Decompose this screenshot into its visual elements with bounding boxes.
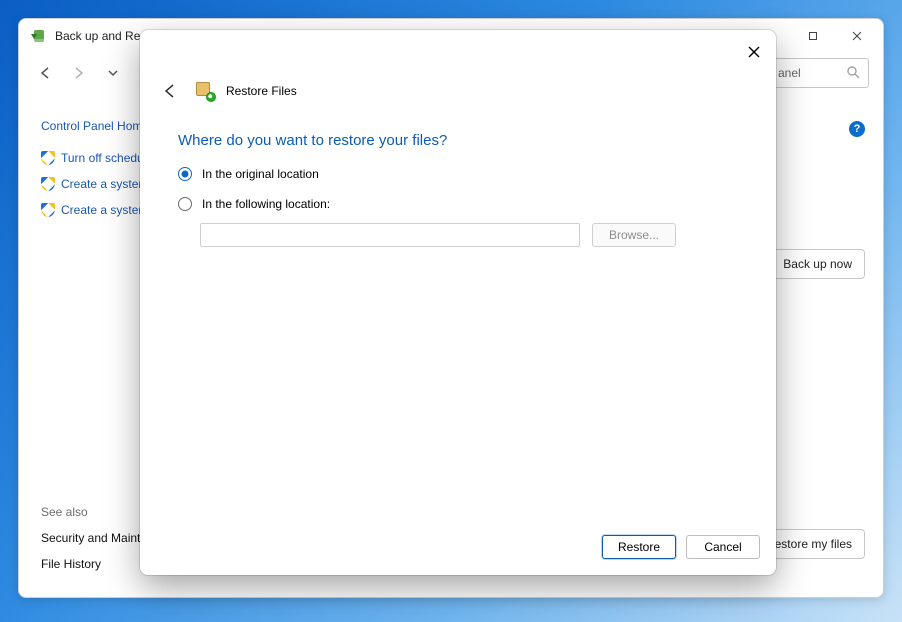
dialog-prompt: Where do you want to restore your files? (178, 132, 738, 149)
browse-button[interactable]: Browse... (592, 223, 676, 247)
shield-icon (41, 203, 55, 217)
dialog-titlebar (140, 30, 776, 76)
button-label: Restore my files (766, 537, 852, 551)
restore-button[interactable]: Restore (602, 535, 676, 559)
radio-icon (178, 197, 192, 211)
cancel-button[interactable]: Cancel (686, 535, 760, 559)
location-group: Browse... (200, 223, 738, 247)
radio-label: In the original location (202, 167, 319, 181)
radio-following-location[interactable]: In the following location: (178, 197, 738, 211)
shield-icon (41, 151, 55, 165)
restore-files-icon (196, 82, 214, 100)
restore-files-dialog: Restore Files Where do you want to resto… (140, 30, 776, 575)
dialog-close-button[interactable] (738, 36, 770, 68)
search-placeholder: anel (778, 66, 838, 80)
radio-icon (178, 167, 192, 181)
nav-forward-icon[interactable] (67, 61, 91, 85)
shield-icon (41, 177, 55, 191)
radio-label: In the following location: (202, 197, 330, 211)
dialog-body: Where do you want to restore your files?… (140, 106, 776, 523)
maximize-button[interactable] (791, 22, 835, 50)
search-box[interactable]: anel (769, 58, 869, 88)
search-icon (846, 65, 860, 82)
button-label: Back up now (783, 257, 852, 271)
dialog-title: Restore Files (226, 84, 297, 98)
backup-restore-icon (29, 27, 47, 45)
dialog-footer: Restore Cancel (140, 523, 776, 575)
back-up-now-button[interactable]: Back up now (770, 249, 865, 279)
close-button[interactable] (835, 22, 879, 50)
radio-original-location[interactable]: In the original location (178, 167, 738, 181)
dialog-header: Restore Files (140, 76, 776, 106)
nav-recent-icon[interactable] (101, 61, 125, 85)
dialog-back-button[interactable] (156, 77, 184, 105)
nav-back-icon[interactable] (33, 61, 57, 85)
location-input[interactable] (200, 223, 580, 247)
